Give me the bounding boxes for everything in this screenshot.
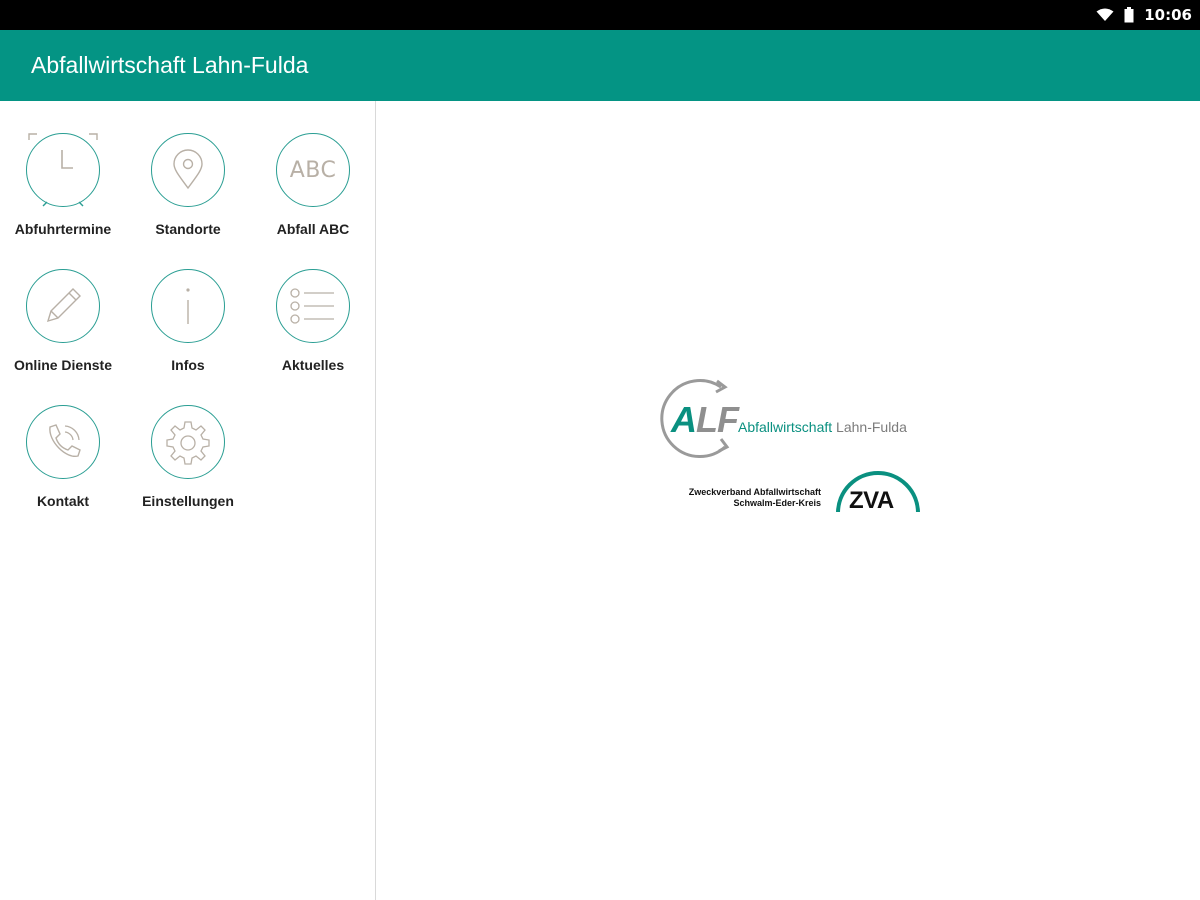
menu-item-infos[interactable]: Infos xyxy=(125,269,251,401)
app-bar: Abfallwirtschaft Lahn-Fulda xyxy=(0,30,1200,101)
gear-icon xyxy=(151,405,225,479)
phone-icon xyxy=(26,405,100,479)
content-pane: ALF Abfallwirtschaft Lahn-Fulda Zweckver… xyxy=(377,101,1200,900)
menu-item-kontakt[interactable]: Kontakt xyxy=(0,405,126,537)
status-bar: 10:06 xyxy=(0,0,1200,30)
status-time: 10:06 xyxy=(1144,6,1192,24)
alf-lettermark: ALF xyxy=(671,399,739,440)
info-icon xyxy=(151,269,225,343)
menu-item-standorte[interactable]: Standorte xyxy=(125,133,251,265)
menu-item-label: Abfall ABC xyxy=(276,221,350,237)
alf-name: Abfallwirtschaft Lahn-Fulda xyxy=(738,419,907,435)
alarm-clock-icon xyxy=(26,133,100,207)
menu-item-aktuelles[interactable]: Aktuelles xyxy=(250,269,376,401)
menu-item-label: Kontakt xyxy=(36,493,90,509)
list-icon xyxy=(276,269,350,343)
menu-item-einstellungen[interactable]: Einstellungen xyxy=(125,405,251,537)
menu-item-label: Aktuelles xyxy=(281,357,345,373)
zva-logo: ZVA xyxy=(835,469,921,512)
abc-icon-text: ABC xyxy=(289,157,337,183)
menu-item-abfuhrtermine[interactable]: Abfuhrtermine xyxy=(0,133,126,265)
location-pin-icon xyxy=(151,133,225,207)
menu-item-abfall-abc[interactable]: ABC Abfall ABC xyxy=(250,133,376,265)
wifi-icon xyxy=(1096,8,1114,22)
abc-icon: ABC xyxy=(276,133,350,207)
menu-item-label: Infos xyxy=(171,357,205,373)
menu-item-online-dienste[interactable]: Online Dienste xyxy=(0,269,126,401)
menu-item-label: Standorte xyxy=(155,221,221,237)
pencil-icon xyxy=(26,269,100,343)
battery-icon xyxy=(1124,7,1134,23)
zva-text: Zweckverband Abfallwirtschaft Schwalm-Ed… xyxy=(688,487,821,508)
menu-pane: Abfuhrtermine Standorte ABC Abfall ABC O… xyxy=(0,101,376,900)
logo-block: ALF Abfallwirtschaft Lahn-Fulda Zweckver… xyxy=(659,377,921,512)
menu-item-label: Online Dienste xyxy=(13,357,113,373)
app-title: Abfallwirtschaft Lahn-Fulda xyxy=(31,52,309,78)
menu-item-label: Abfuhrtermine xyxy=(14,221,112,237)
menu-item-label: Einstellungen xyxy=(142,493,234,509)
